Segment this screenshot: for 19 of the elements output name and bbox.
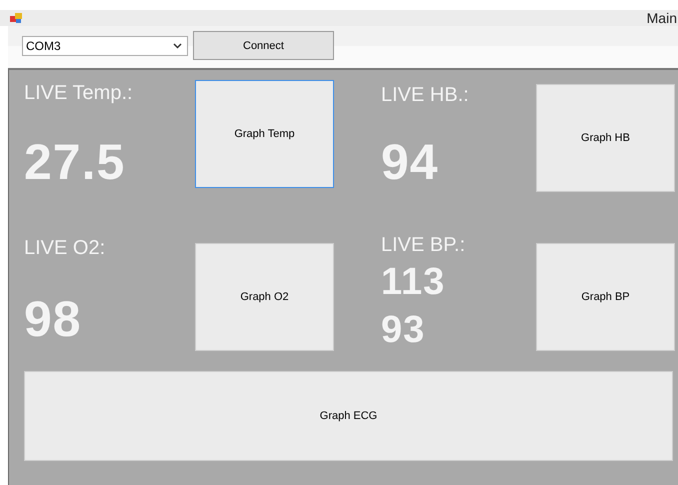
reading-value: 98 [24, 290, 83, 348]
reading-label: LIVE BP.: [381, 234, 466, 257]
graph-button[interactable]: Graph HB [536, 84, 675, 192]
graph-button[interactable]: Graph Temp [195, 80, 334, 188]
port-dropdown[interactable]: COM3 [22, 36, 188, 56]
graph-button[interactable]: Graph O2 [195, 243, 334, 351]
chevron-down-icon [173, 43, 182, 49]
connect-button[interactable]: Connect [193, 31, 334, 60]
reading-label: LIVE O2: [24, 237, 106, 260]
app-icon [10, 13, 22, 23]
window-title: Main [646, 10, 677, 26]
reading-label: LIVE HB.: [381, 84, 470, 107]
reading-value: 93 [381, 308, 426, 353]
reading-value: 94 [381, 133, 440, 191]
reading-value: 27.5 [24, 133, 126, 191]
graph-ecg-button[interactable]: Graph ECG [24, 371, 673, 461]
reading-value: 113 [381, 260, 446, 305]
reading-label: LIVE Temp.: [24, 82, 134, 105]
graph-button[interactable]: Graph BP [536, 243, 675, 351]
